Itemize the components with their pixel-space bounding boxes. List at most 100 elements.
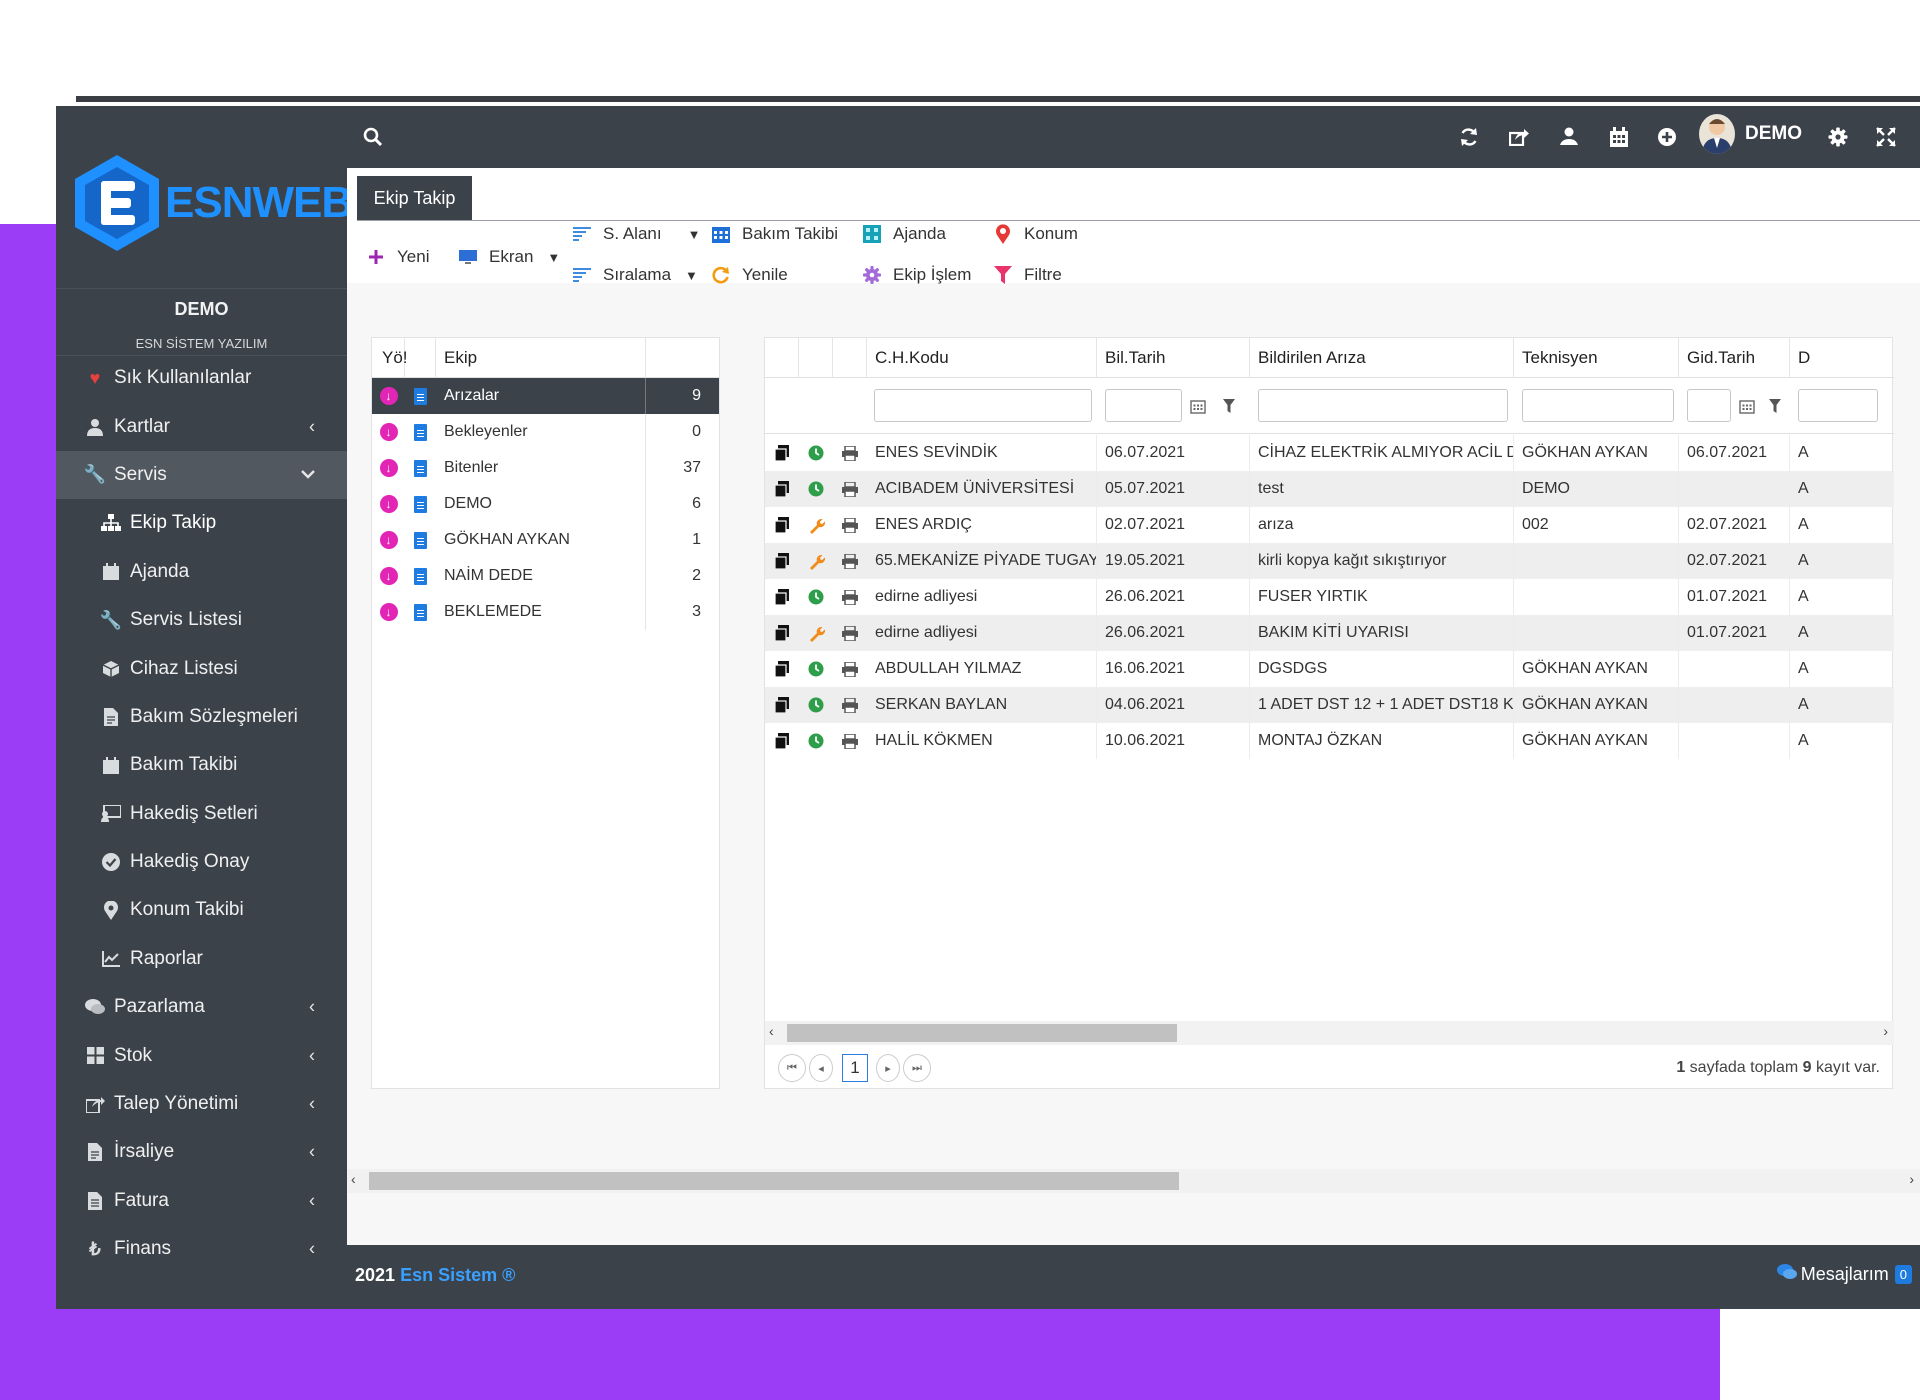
list-item-naim-dede[interactable]: ↓ NAİM DEDE 2 [372,558,719,594]
calendar-icon[interactable] [1187,394,1209,418]
clock-icon[interactable] [799,687,833,723]
copy-icon[interactable] [765,579,799,615]
gear-icon[interactable] [1824,123,1852,151]
print-icon[interactable] [833,435,867,471]
calendar-icon[interactable] [1736,394,1758,418]
table-row[interactable]: ENES ARDIÇ 02.07.2021 arıza 002 02.07.20… [765,507,1894,543]
sidebar-item-hakedis-setleri[interactable]: Hakediş Setleri [56,789,347,838]
filter-ch-kodu-input[interactable] [874,389,1092,422]
sidebar-item-irsaliye[interactable]: İrsaliye ‹ [56,1128,347,1176]
clock-icon[interactable] [799,723,833,759]
print-icon[interactable] [833,687,867,723]
sidebar-item-talep-yonetimi[interactable]: Talep Yönetimi ‹ [56,1080,347,1128]
clock-icon[interactable] [799,471,833,507]
bakim-takibi-button[interactable]: Bakım Takibi [710,223,838,245]
print-icon[interactable] [833,579,867,615]
siralama-dropdown[interactable]: Sıralama ▼ [571,264,698,286]
refresh-icon[interactable] [1455,123,1483,151]
document-icon[interactable] [414,459,427,477]
copy-icon[interactable] [765,507,799,543]
fullscreen-icon[interactable] [1872,123,1900,151]
user-hand-icon[interactable] [1555,123,1583,151]
table-row[interactable]: SERKAN BAYLAN 04.06.2021 1 ADET DST 12 +… [765,687,1894,723]
print-icon[interactable] [833,723,867,759]
wrench-icon[interactable] [799,543,833,579]
download-circle-icon[interactable]: ↓ [379,567,398,585]
prev-page-icon[interactable]: ◂ [809,1054,833,1082]
sidebar-item-servis[interactable]: 🔧 Servis [56,450,347,500]
content-horizontal-scrollbar[interactable]: ‹ › [347,1169,1920,1193]
next-page-icon[interactable]: ▸ [876,1054,900,1082]
sidebar-item-finans[interactable]: ₺ Finans ‹ [56,1225,347,1273]
column-header-bildirilen-ariza[interactable]: Bildirilen Arıza [1250,338,1514,378]
current-page[interactable]: 1 [842,1054,868,1082]
copy-icon[interactable] [765,435,799,471]
copy-icon[interactable] [765,615,799,651]
messages-button[interactable]: Mesajlarım 0 [1776,1264,1912,1285]
print-icon[interactable] [833,615,867,651]
print-icon[interactable] [833,471,867,507]
document-icon[interactable] [414,495,427,513]
filter-gid-tarih-input[interactable] [1687,389,1731,422]
scrollbar-thumb[interactable] [369,1172,1179,1190]
sidebar-item-raporlar[interactable]: Raporlar [56,934,347,984]
sidebar-item-konum-takibi[interactable]: Konum Takibi [56,886,347,935]
table-row[interactable]: HALİL KÖKMEN 10.06.2021 MONTAJ ÖZKAN GÖK… [765,723,1894,759]
filter-bildirilen-ariza-input[interactable] [1258,389,1508,422]
sidebar-item-fatura[interactable]: Fatura ‹ [56,1177,347,1225]
sidebar-item-favorites[interactable]: ♥ Sık Kullanılanlar [56,354,347,402]
sidebar-item-servis-listesi[interactable]: 🔧 Servis Listesi [56,595,347,645]
list-item-gokhan-aykan[interactable]: ↓ GÖKHAN AYKAN 1 [372,522,719,558]
sidebar-item-pazarlama[interactable]: Pazarlama ‹ [56,983,347,1031]
column-header-yon[interactable]: Yö! [372,338,408,377]
filter-bil-tarih-input[interactable] [1105,389,1182,422]
print-icon[interactable] [833,651,867,687]
print-icon[interactable] [833,507,867,543]
sidebar-item-kartlar[interactable]: Kartlar ‹ [56,402,347,450]
sidebar-item-bakim-takibi[interactable]: Bakım Takibi [56,741,347,790]
download-circle-icon[interactable]: ↓ [379,531,398,549]
column-header-ekip[interactable]: Ekip [436,348,645,368]
grid-horizontal-scrollbar[interactable]: ‹ › [765,1021,1894,1045]
download-circle-icon[interactable]: ↓ [379,495,398,513]
sidebar-item-stok[interactable]: Stok ‹ [56,1031,347,1079]
scroll-left-icon[interactable]: ‹ [351,1171,356,1187]
filter-teknisyen-input[interactable] [1522,389,1674,422]
download-circle-icon[interactable]: ↓ [379,423,398,441]
clock-icon[interactable] [799,651,833,687]
konum-button[interactable]: Konum [992,223,1078,245]
copy-icon[interactable] [765,687,799,723]
column-header-ch-kodu[interactable]: C.H.Kodu [867,338,1097,378]
document-icon[interactable] [414,603,427,621]
clock-icon[interactable] [799,435,833,471]
column-header-teknisyen[interactable]: Teknisyen [1514,338,1679,378]
copy-icon[interactable] [765,723,799,759]
wrench-icon[interactable] [799,507,833,543]
sidebar-item-ekip-takip[interactable]: Ekip Takip [56,499,347,548]
sidebar-item-bakim-sozlesmeleri[interactable]: Bakım Sözleşmeleri [56,692,347,742]
copy-icon[interactable] [765,471,799,507]
copy-icon[interactable] [765,651,799,687]
column-header-bil-tarih[interactable]: Bil.Tarih [1097,338,1250,378]
table-row[interactable]: ENES SEVİNDİK 06.07.2021 CİHAZ ELEKTRİK … [765,435,1894,471]
document-icon[interactable] [414,531,427,549]
list-item-demo[interactable]: ↓ DEMO 6 [372,486,719,522]
ekran-dropdown[interactable]: Ekran ▼ [457,246,560,268]
brand-logo[interactable]: ESNWEB [71,148,353,258]
document-icon[interactable] [414,567,427,585]
search-icon[interactable] [359,123,387,151]
scroll-right-icon[interactable]: › [1883,1023,1888,1039]
table-row[interactable]: edirne adliyesi 26.06.2021 BAKIM KİTİ UY… [765,615,1894,651]
calendar-icon[interactable] [1605,123,1633,151]
download-circle-icon[interactable]: ↓ [379,603,398,621]
scroll-left-icon[interactable]: ‹ [769,1023,774,1039]
filter-d-input[interactable] [1798,389,1878,422]
yenile-button[interactable]: Yenile [710,264,788,286]
wrench-icon[interactable] [799,615,833,651]
sidebar-item-hakedis-onay[interactable]: Hakediş Onay [56,837,347,887]
footer-brand-link[interactable]: Esn Sistem ® [400,1265,515,1285]
sidebar-item-cihaz-listesi[interactable]: Cihaz Listesi [56,644,347,693]
s-alani-dropdown[interactable]: S. Alanı ▼ [571,223,700,245]
scroll-right-icon[interactable]: › [1909,1171,1914,1187]
clock-icon[interactable] [799,579,833,615]
